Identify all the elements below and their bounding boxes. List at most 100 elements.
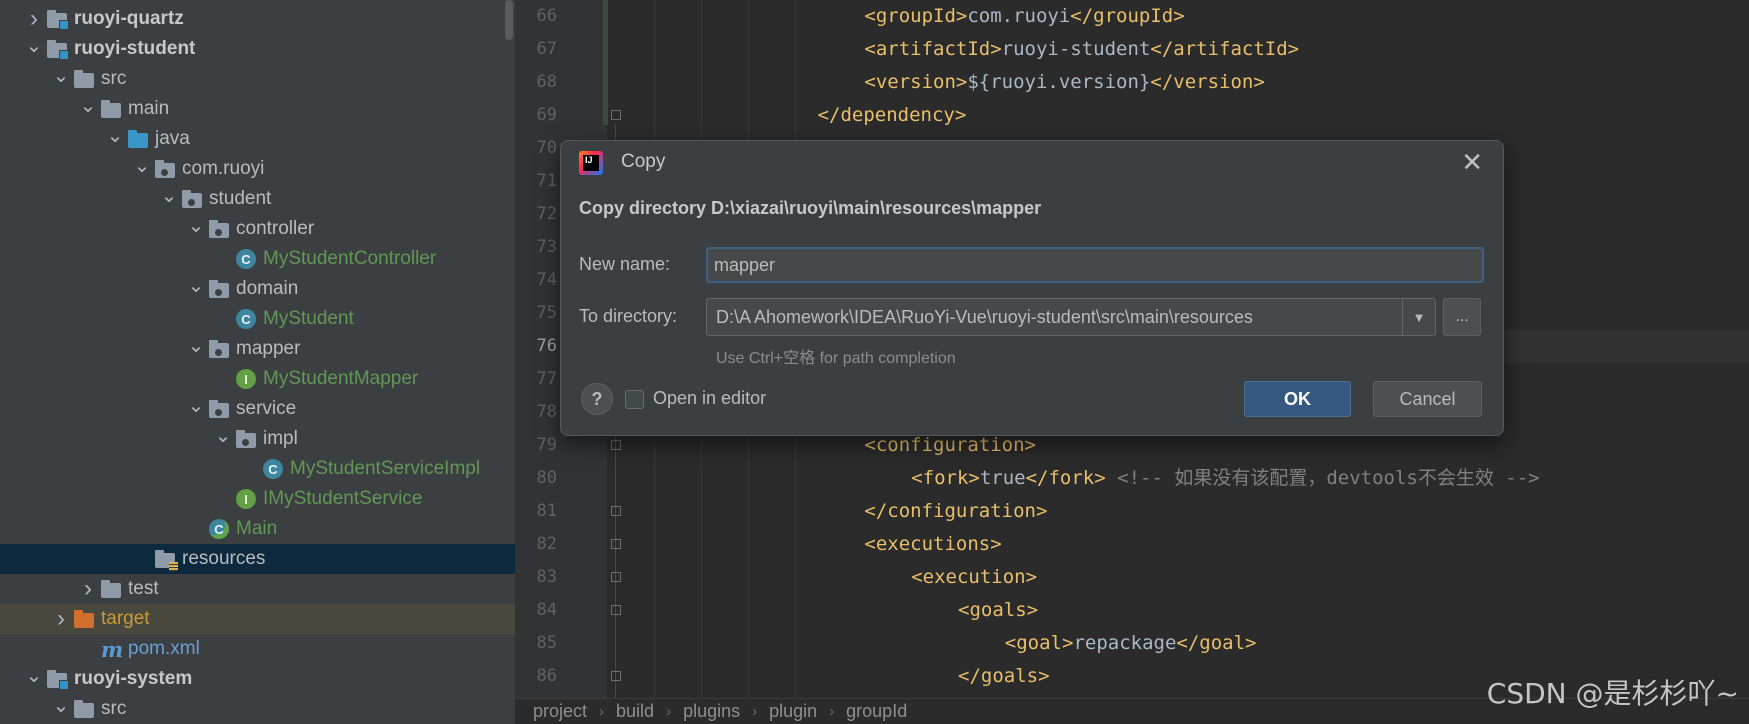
chevron-down-icon[interactable]: ▼ — [1402, 299, 1435, 335]
chevron-down-icon[interactable]: ⌄ — [52, 690, 70, 720]
code-line[interactable]: </configuration> — [864, 495, 1047, 528]
xml-tag: </groupId> — [1070, 5, 1185, 27]
tree-item-label: IMyStudentService — [263, 488, 423, 509]
tree-item[interactable]: › ruoyi-quartz — [0, 4, 515, 34]
code-line[interactable]: </dependency> — [818, 99, 967, 132]
tree-item[interactable]: › target — [0, 604, 515, 634]
breadcrumb-item[interactable]: plugins — [683, 701, 740, 722]
tree-item-label: main — [128, 98, 170, 119]
tree-item[interactable]: m pom.xml — [0, 634, 515, 664]
intellij-app-icon: IJ — [579, 151, 603, 175]
tree-item[interactable]: I IMyStudentService — [0, 484, 515, 514]
tree-item[interactable]: ⌄ student — [0, 184, 515, 214]
fold-icon[interactable] — [611, 539, 621, 549]
chevron-down-icon[interactable]: ⌄ — [187, 330, 205, 360]
open-in-editor-checkbox[interactable] — [625, 390, 644, 409]
fold-icon[interactable] — [611, 572, 621, 582]
chevron-down-icon[interactable]: ⌄ — [25, 660, 43, 690]
code-line[interactable]: <execution> — [911, 561, 1037, 594]
tree-item[interactable]: ⌄ ruoyi-student — [0, 34, 515, 64]
folder-icon — [74, 700, 94, 718]
chevron-down-icon[interactable]: ⌄ — [79, 90, 97, 120]
cancel-button[interactable]: Cancel — [1373, 381, 1482, 417]
tree-item[interactable]: ⌄ impl — [0, 424, 515, 454]
tree-item[interactable]: I MyStudentMapper — [0, 364, 515, 394]
xml-tag: </goals> — [958, 665, 1050, 687]
fold-icon[interactable] — [611, 506, 621, 516]
to-directory-combobox[interactable]: D:\A Ahomework\IDEA\RuoYi-Vue\ruoyi-stud… — [706, 298, 1436, 336]
tree-item[interactable]: resources — [0, 544, 515, 574]
breadcrumb-item[interactable]: build — [616, 701, 654, 722]
close-icon[interactable]: ✕ — [1461, 147, 1483, 178]
tree-item[interactable]: ⌄ com.ruoyi — [0, 154, 515, 184]
main-class-icon: C — [209, 519, 229, 539]
xml-tag: <configuration> — [864, 434, 1036, 456]
fold-icon[interactable] — [611, 110, 621, 120]
tree-item-label: Main — [236, 518, 278, 539]
tree-item[interactable]: C MyStudent — [0, 304, 515, 334]
code-line[interactable]: <goal>repackage</goal> — [1005, 627, 1257, 660]
code-line[interactable]: <artifactId>ruoyi-student</artifactId> — [864, 33, 1299, 66]
chevron-down-icon[interactable]: ⌄ — [187, 270, 205, 300]
chevron-right-icon: › — [599, 703, 605, 720]
line-number: 83 — [536, 567, 557, 587]
tree-item[interactable]: ⌄ service — [0, 394, 515, 424]
fold-icon[interactable] — [611, 440, 621, 450]
breadcrumb-item[interactable]: plugin — [769, 701, 817, 722]
line-number: 70 — [536, 138, 557, 158]
chevron-right-icon[interactable]: › — [52, 604, 70, 634]
maven-icon: m — [101, 637, 124, 662]
tree-item[interactable]: › test — [0, 574, 515, 604]
class-icon: C — [236, 249, 256, 269]
code-line[interactable]: <version>${ruoyi.version}</version> — [864, 66, 1264, 99]
module-folder-icon — [47, 10, 69, 30]
chevron-down-icon[interactable]: ⌄ — [25, 30, 43, 60]
breadcrumb-item[interactable]: project — [533, 701, 587, 722]
new-name-input[interactable] — [706, 247, 1484, 283]
code-line[interactable]: <executions> — [864, 528, 1001, 561]
code-line[interactable]: <groupId>com.ruoyi</groupId> — [864, 0, 1184, 33]
browse-button[interactable]: ... — [1443, 298, 1481, 336]
tree-item[interactable]: ⌄ src — [0, 64, 515, 94]
line-number: 74 — [536, 270, 557, 290]
fold-icon[interactable] — [611, 671, 621, 681]
chevron-down-icon[interactable]: ⌄ — [214, 420, 232, 450]
breadcrumb-item[interactable]: groupId — [846, 701, 907, 722]
tree-item[interactable]: ⌄ domain — [0, 274, 515, 304]
tree-item[interactable]: ⌄ main — [0, 94, 515, 124]
line-number: 69 — [536, 105, 557, 125]
dialog-title: Copy — [621, 151, 666, 172]
help-button[interactable]: ? — [581, 383, 613, 415]
tree-item[interactable]: C MyStudentController — [0, 244, 515, 274]
code-line[interactable]: <goals> — [958, 594, 1038, 627]
tree-item[interactable]: C MyStudentServiceImpl — [0, 454, 515, 484]
to-directory-value[interactable]: D:\A Ahomework\IDEA\RuoYi-Vue\ruoyi-stud… — [707, 307, 1402, 328]
tree-item[interactable]: C Main — [0, 514, 515, 544]
tree-item[interactable]: ⌄ controller — [0, 214, 515, 244]
chevron-down-icon[interactable]: ⌄ — [133, 150, 151, 180]
chevron-down-icon[interactable]: ⌄ — [187, 210, 205, 240]
open-in-editor-label[interactable]: Open in editor — [653, 388, 766, 409]
chevron-right-icon[interactable]: › — [79, 574, 97, 604]
chevron-down-icon[interactable]: ⌄ — [187, 390, 205, 420]
chevron-down-icon[interactable]: ⌄ — [160, 180, 178, 210]
tree-item[interactable]: ⌄ mapper — [0, 334, 515, 364]
code-line[interactable]: <fork>true</fork> <!-- 如果没有该配置，devtools不… — [911, 462, 1539, 495]
tree-item-label: domain — [236, 278, 299, 299]
chevron-down-icon[interactable]: ⌄ — [106, 120, 124, 150]
tree-item-label: src — [101, 698, 127, 719]
tree-item[interactable]: ⌄ java — [0, 124, 515, 154]
ok-button[interactable]: OK — [1244, 381, 1351, 417]
tree-item[interactable]: ⌄ ruoyi-system — [0, 664, 515, 694]
code-line[interactable]: </goals> — [958, 660, 1050, 693]
project-tree-panel: › ruoyi-quartz ⌄ ruoyi-student ⌄ src ⌄ main ⌄ jav… — [0, 0, 515, 724]
xml-tag: <goal> — [1004, 632, 1074, 654]
chevron-down-icon[interactable]: ⌄ — [52, 60, 70, 90]
tree-scrollbar[interactable] — [505, 0, 513, 40]
tree-item[interactable]: ⌄ src — [0, 694, 515, 724]
xml-text: ruoyi-student — [1001, 38, 1151, 60]
class-icon: C — [263, 459, 283, 479]
fold-icon[interactable] — [611, 605, 621, 615]
